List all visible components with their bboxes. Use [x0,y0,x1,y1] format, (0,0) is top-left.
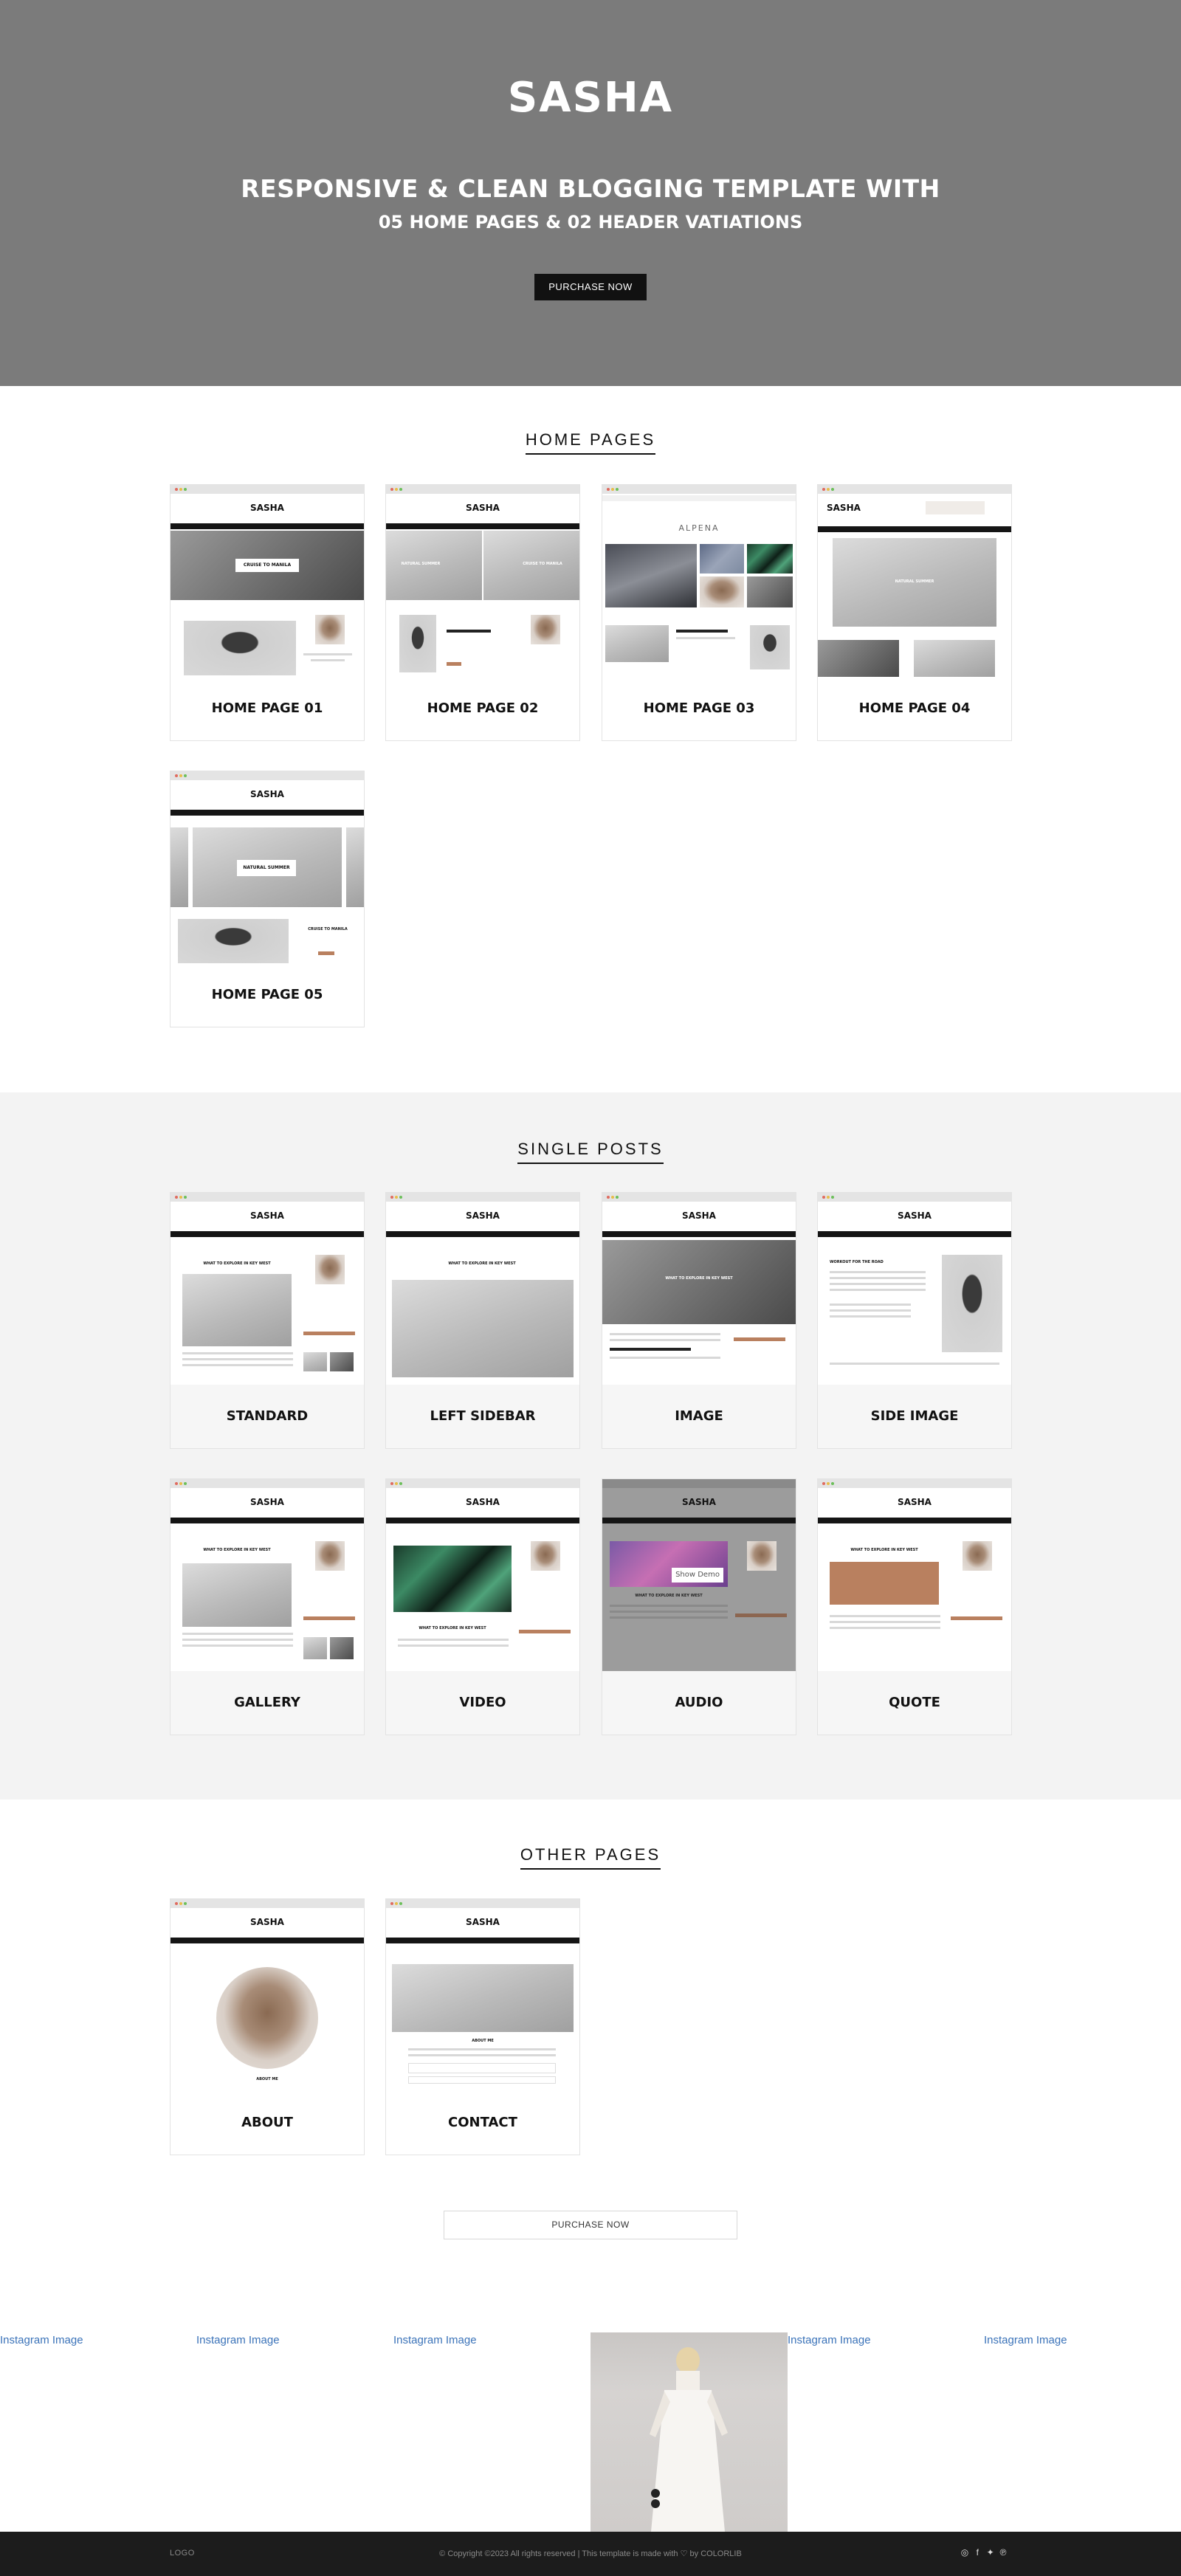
gallery-card[interactable]: SASHA WHAT TO EXPLORE IN KEY WEST GALLER… [170,1478,365,1735]
instagram-photo[interactable] [590,2332,788,2532]
footer-social-icons: ◎ f ✦ ℗ [960,2547,1008,2558]
home-page-05-label: HOME PAGE 05 [211,987,323,1002]
home-page-01-label: HOME PAGE 01 [211,700,323,716]
home-page-03-label: HOME PAGE 03 [643,700,755,716]
standard-label: STANDARD [171,1385,364,1448]
hero-subtitle-line2: 05 HOME PAGES & 02 HEADER VATIATIONS [378,212,803,233]
home-page-01-preview: SASHA CRUISE TO MANILA [171,485,364,677]
about-preview: SASHA ABOUT ME [171,1899,364,2091]
home-page-05-card[interactable]: SASHA NATURAL SUMMER CRUISE TO MANILA HO… [170,771,365,1027]
hero-subtitle-line1: RESPONSIVE & CLEAN BLOGGING TEMPLATE WIT… [241,174,940,203]
home-page-02-card[interactable]: SASHA NATURAL SUMMER CRUISE TO MANILA HO… [385,484,580,741]
video-preview: SASHA WHAT TO EXPLORE IN KEY WEST [386,1479,579,1671]
image-preview: SASHA WHAT TO EXPLORE IN KEY WEST [602,1193,796,1385]
contact-card[interactable]: SASHA ABOUT ME CONTACT [385,1898,580,2155]
home-page-05-preview: SASHA NATURAL SUMMER CRUISE TO MANILA [171,771,364,963]
instagram-image-link-5[interactable]: Instagram Image [984,2334,1067,2346]
instagram-image-link-3[interactable]: Instagram Image [393,2334,477,2346]
hero-purchase-button[interactable]: PURCHASE NOW [534,274,647,300]
home-page-02-label: HOME PAGE 02 [427,700,539,716]
facebook-icon[interactable]: f [972,2547,982,2558]
home-page-01-card[interactable]: SASHA CRUISE TO MANILA HOME PAGE 01 [170,484,365,741]
audio-preview: SASHA Show Demo WHAT TO EXPLORE IN KEY W… [602,1479,796,1671]
footer: LOGO © Copyright ©2023 All rights reserv… [0,2532,1181,2576]
about-card[interactable]: SASHA ABOUT ME ABOUT [170,1898,365,2155]
video-label: VIDEO [386,1671,579,1735]
image-label: IMAGE [602,1385,796,1448]
hero-title: SASHA [507,74,674,122]
other-pages-title: OTHER PAGES [0,1845,1181,1870]
quote-label: QUOTE [818,1671,1011,1735]
gallery-label: GALLERY [171,1671,364,1735]
left-sidebar-card[interactable]: SASHA WHAT TO EXPLORE IN KEY WEST LEFT S… [385,1192,580,1449]
video-card[interactable]: SASHA WHAT TO EXPLORE IN KEY WEST VIDEO [385,1478,580,1735]
side-image-preview: SASHA WORKOUT FOR THE ROAD [818,1193,1011,1385]
hero-banner: SASHA RESPONSIVE & CLEAN BLOGGING TEMPLA… [0,0,1181,386]
audio-card[interactable]: SASHA Show Demo WHAT TO EXPLORE IN KEY W… [602,1478,796,1735]
quote-preview: SASHA WHAT TO EXPLORE IN KEY WEST [818,1479,1011,1671]
heart-icon: ♡ [680,2549,688,2558]
instagram-image-link-4[interactable]: Instagram Image [788,2334,871,2346]
twitter-icon[interactable]: ✦ [985,2547,996,2558]
instagram-icon[interactable]: ◎ [960,2547,970,2558]
side-image-card[interactable]: SASHA WORKOUT FOR THE ROAD SIDE IMAGE [817,1192,1012,1449]
single-posts-title: SINGLE POSTS [0,1140,1181,1164]
home-page-04-card[interactable]: SASHA NATURAL SUMMER HOME PAGE 04 [817,484,1012,741]
instagram-image-link-1[interactable]: Instagram Image [0,2334,83,2346]
instagram-image-link-2[interactable]: Instagram Image [196,2334,280,2346]
bottom-purchase-button[interactable]: PURCHASE NOW [444,2211,737,2239]
left-sidebar-preview: SASHA WHAT TO EXPLORE IN KEY WEST [386,1193,579,1385]
gallery-preview: SASHA WHAT TO EXPLORE IN KEY WEST [171,1479,364,1671]
home-page-03-preview: ALPENA [602,485,796,677]
home-page-04-preview: SASHA NATURAL SUMMER [818,485,1011,677]
home-page-03-card[interactable]: ALPENA HOME PAGE 03 [602,484,796,741]
home-pages-title: HOME PAGES [0,430,1181,455]
single-posts-section: SINGLE POSTS SASHA WHAT TO EXPLORE IN KE… [0,1092,1181,1800]
home-page-04-label: HOME PAGE 04 [858,700,971,716]
audio-label: AUDIO [602,1671,796,1735]
contact-preview: SASHA ABOUT ME [386,1899,579,2091]
about-label: ABOUT [241,2115,293,2130]
home-page-02-preview: SASHA NATURAL SUMMER CRUISE TO MANILA [386,485,579,677]
woman-in-white-dress-image [650,2347,728,2532]
standard-preview: SASHA WHAT TO EXPLORE IN KEY WEST [171,1193,364,1385]
quote-card[interactable]: SASHA WHAT TO EXPLORE IN KEY WEST QUOTE [817,1478,1012,1735]
standard-card[interactable]: SASHA WHAT TO EXPLORE IN KEY WEST STANDA… [170,1192,365,1449]
colorlib-credit-link[interactable]: by COLORLIB [690,2549,742,2558]
show-demo-label: Show Demo [672,1568,723,1583]
left-sidebar-label: LEFT SIDEBAR [386,1385,579,1448]
contact-label: CONTACT [448,2115,517,2130]
image-card[interactable]: SASHA WHAT TO EXPLORE IN KEY WEST IMAGE [602,1192,796,1449]
side-image-label: SIDE IMAGE [818,1385,1011,1448]
pinterest-icon[interactable]: ℗ [998,2547,1008,2558]
